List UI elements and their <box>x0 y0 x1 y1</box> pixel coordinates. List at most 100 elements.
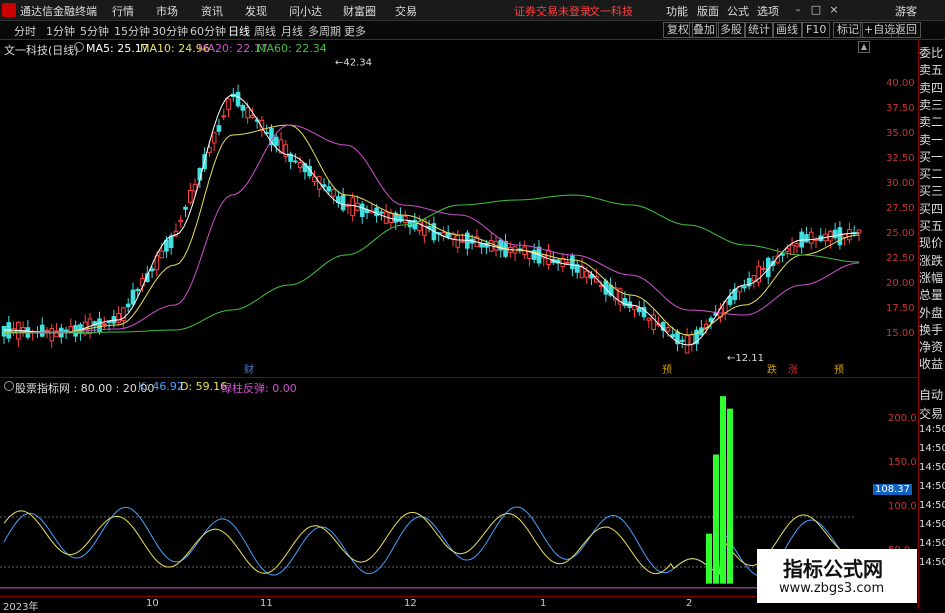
multi-stock-button[interactable]: 多股 <box>716 22 746 38</box>
candle-body <box>326 186 332 192</box>
sidebar-item-17[interactable]: 净资 <box>919 338 945 355</box>
candle-body <box>221 115 227 118</box>
mark-button[interactable]: 标记 <box>833 22 863 38</box>
minimize-button[interactable]: – <box>790 2 806 17</box>
menu-market[interactable]: 市场 <box>156 3 178 19</box>
sidebar-item-14[interactable]: 总量 <box>919 286 945 303</box>
menu-layout[interactable]: 版面 <box>697 3 719 19</box>
menu-options[interactable]: 选项 <box>757 3 779 19</box>
sidebar-item-4[interactable]: 卖二 <box>919 113 945 130</box>
event-marker[interactable]: 财 <box>244 363 254 375</box>
kline-chart: ←42.34 ←12.11 财 预 跌涨 预 <box>1 58 862 375</box>
indicator-green-bar <box>713 454 719 584</box>
sidebar-item-12[interactable]: 涨跌 <box>919 252 945 269</box>
sidebar-item-28[interactable]: 14:50 <box>919 557 945 568</box>
settings-icon[interactable] <box>74 42 84 52</box>
sidebar-item-21[interactable]: 14:50 <box>919 424 945 435</box>
sidebar-item-2[interactable]: 卖四 <box>919 79 945 96</box>
menu-news[interactable]: 资讯 <box>201 3 223 19</box>
sidebar-item-11[interactable]: 现价 <box>919 234 945 251</box>
sidebar-item-13[interactable]: 涨幅 <box>919 269 945 286</box>
sidebar-item-27[interactable]: 14:50 <box>919 538 945 549</box>
period-monthly[interactable]: 月线 <box>281 23 303 39</box>
candle-body <box>211 131 217 144</box>
candle-body <box>460 240 465 243</box>
candle-body <box>116 312 121 323</box>
sidebar-item-18[interactable]: 收益 <box>919 355 945 372</box>
sidebar-item-10[interactable]: 买五 <box>919 217 945 234</box>
sidebar-item-22[interactable]: 14:50 <box>919 443 945 454</box>
candle-body <box>708 317 714 323</box>
trade-login-notice[interactable]: 证券交易未登录 <box>514 3 591 19</box>
sidebar-item-26[interactable]: 14:50 <box>919 519 945 530</box>
period-weekly[interactable]: 周线 <box>254 23 276 39</box>
menu-function[interactable]: 功能 <box>666 3 688 19</box>
collapse-icon[interactable]: ▲ <box>858 41 870 53</box>
sidebar-item-16[interactable]: 换手 <box>919 321 945 338</box>
candle-body <box>804 234 809 243</box>
period-60min[interactable]: 60分钟 <box>190 23 226 39</box>
maximize-button[interactable]: □ <box>808 2 824 17</box>
period-5min[interactable]: 5分钟 <box>80 23 109 39</box>
event-marker[interactable]: 涨 <box>788 364 798 375</box>
candle-body <box>761 267 766 270</box>
guest-label[interactable]: 游客 <box>895 3 917 19</box>
period-30min[interactable]: 30分钟 <box>152 23 188 39</box>
candle-body <box>359 203 365 217</box>
draw-line-button[interactable]: 画线 <box>772 22 802 38</box>
event-marker[interactable]: 预 <box>662 364 672 375</box>
menu-fortune[interactable]: 财富圈 <box>343 3 376 19</box>
candle-body <box>570 255 575 270</box>
event-marker[interactable]: 跌 <box>767 363 777 375</box>
candle-body <box>245 107 250 119</box>
candle-body <box>727 295 733 305</box>
period-15min[interactable]: 15分钟 <box>114 23 150 39</box>
sidebar-item-20[interactable]: 交易 <box>919 405 945 422</box>
menu-hangqing[interactable]: 行情 <box>112 3 134 19</box>
sidebar-item-6[interactable]: 买一 <box>919 148 945 165</box>
sidebar-item-8[interactable]: 买三 <box>919 182 945 199</box>
low-price-label: ←12.11 <box>727 353 764 364</box>
event-marker[interactable]: 预 <box>834 364 844 375</box>
stats-button[interactable]: 统计 <box>744 22 774 38</box>
indicator-settings-icon[interactable] <box>4 381 14 391</box>
back-button[interactable]: 返回 <box>891 22 921 38</box>
sidebar-item-7[interactable]: 买二 <box>919 165 945 182</box>
candle-body <box>780 253 785 256</box>
sidebar-item-0[interactable]: 委比 <box>919 44 945 61</box>
candle-body <box>565 261 570 264</box>
sidebar-item-19[interactable]: 自动 <box>919 386 945 403</box>
candle-body <box>240 104 246 111</box>
candle-body <box>837 227 843 246</box>
menu-formula[interactable]: 公式 <box>727 3 749 19</box>
sidebar-item-1[interactable]: 卖五 <box>919 61 945 78</box>
indicator-green-bar <box>720 396 726 584</box>
candle-body <box>226 98 231 110</box>
sidebar-item-25[interactable]: 14:50 <box>919 500 945 511</box>
period-fenshi[interactable]: 分时 <box>14 23 36 39</box>
period-1min[interactable]: 1分钟 <box>46 23 75 39</box>
period-multi[interactable]: 多周期 <box>308 23 341 39</box>
menu-discover[interactable]: 发现 <box>245 3 267 19</box>
main-y-tick: 30.00 <box>886 178 915 189</box>
sidebar-item-3[interactable]: 卖三 <box>919 96 945 113</box>
sidebar-item-15[interactable]: 外盘 <box>919 304 945 321</box>
main-y-tick: 32.50 <box>886 153 915 164</box>
menu-trade[interactable]: 交易 <box>395 3 417 19</box>
ma-line-ma5 <box>4 94 860 346</box>
sidebar-item-23[interactable]: 14:50 <box>919 462 945 473</box>
candle-body <box>379 211 384 214</box>
f10-button[interactable]: F10 <box>802 22 831 38</box>
x-label-2023: 2023年 <box>3 602 39 613</box>
indicator-y-tick: 150.0 <box>888 457 917 468</box>
candle-body <box>527 251 532 260</box>
sidebar-item-9[interactable]: 买四 <box>919 200 945 217</box>
overlay-button[interactable]: 叠加 <box>689 22 719 38</box>
quote-sidebar: 委比 卖五 卖四 卖三 卖二 卖一 买一 买二 买三 买四 买五 现价 涨跌 涨幅 总量 外盘 换手 净资 收益自动… <box>918 40 945 609</box>
period-daily[interactable]: 日线 <box>228 23 250 39</box>
sidebar-item-5[interactable]: 卖一 <box>919 131 945 148</box>
close-button[interactable]: × <box>826 2 842 17</box>
menu-wenxiaoda[interactable]: 问小达 <box>289 3 322 19</box>
period-more[interactable]: 更多 <box>344 23 366 39</box>
sidebar-item-24[interactable]: 14:50 <box>919 481 945 492</box>
